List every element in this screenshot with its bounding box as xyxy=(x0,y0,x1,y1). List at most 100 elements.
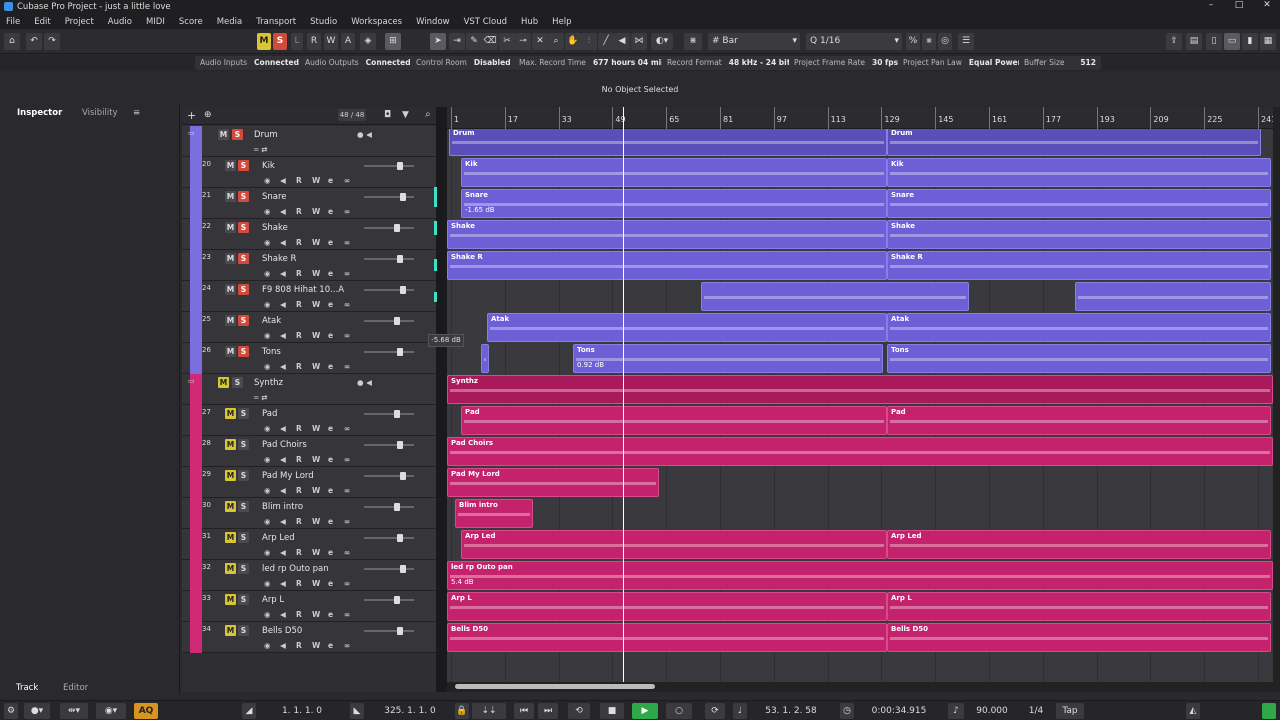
track-shake[interactable]: 22 M S Shake ◉ ◀ R We ∞ xyxy=(182,219,440,250)
automation-button[interactable]: A xyxy=(341,33,355,50)
write-automation-button[interactable]: W xyxy=(312,300,320,309)
right-locator-icon[interactable]: ◣ xyxy=(350,703,364,719)
export-icon[interactable]: ⇪ xyxy=(1166,33,1182,50)
clock-icon[interactable]: ◷ xyxy=(840,703,854,719)
tab-visibility[interactable]: Visibility xyxy=(82,106,118,120)
volume-fader-handle[interactable] xyxy=(394,410,400,418)
snap-type-select[interactable]: # Bar ▾ xyxy=(708,33,800,50)
solo-all-button[interactable]: S xyxy=(273,33,287,50)
pad-event[interactable]: Pad xyxy=(461,406,887,435)
track-synthz[interactable]: ▭ M S Synthz ═ ⇄ ● ◀ xyxy=(182,374,440,405)
left-locator-icon[interactable]: ◢ xyxy=(242,703,256,719)
ledrp-event[interactable]: led rp Outo pan 5.4 dB xyxy=(447,561,1273,590)
tab-inspector[interactable]: Inspector xyxy=(17,106,62,120)
edit-channel-icon[interactable]: e xyxy=(328,486,333,495)
edit-channel-icon[interactable]: e xyxy=(328,610,333,619)
track-color-strip[interactable] xyxy=(190,498,202,529)
monitor-icon[interactable]: ◉ xyxy=(264,610,271,619)
solo-button[interactable]: S xyxy=(238,346,249,357)
quantize-apply-icon[interactable]: ⨳ xyxy=(922,33,936,50)
track-color-strip[interactable] xyxy=(190,622,202,653)
status-buffer-size[interactable]: Buffer Size 512 xyxy=(1019,56,1101,70)
mylord-event[interactable]: Pad My Lord xyxy=(447,468,659,497)
read-automation-button[interactable]: R xyxy=(296,269,302,278)
right-locator[interactable]: 325. 1. 1. 0 xyxy=(368,703,452,719)
track-name[interactable]: Blim intro xyxy=(262,502,303,512)
track-pad-choirs[interactable]: 28 M S Pad Choirs ◉ ◀ R We ∞ xyxy=(182,436,440,467)
read-automation-button[interactable]: R xyxy=(296,331,302,340)
settings-icon[interactable]: ⚙ xyxy=(4,703,18,719)
snare-event[interactable]: Snare xyxy=(887,189,1271,218)
mute-button[interactable]: M xyxy=(225,501,236,512)
volume-fader-handle[interactable] xyxy=(400,472,406,480)
menu-hub[interactable]: Hub xyxy=(521,17,538,27)
kik-event[interactable]: Kik xyxy=(887,158,1271,187)
precount-icon[interactable]: ◉▾ xyxy=(96,703,126,719)
edit-channel-icon[interactable]: e xyxy=(328,207,333,216)
monitor-icon[interactable]: ◉ xyxy=(264,176,271,185)
menu-transport[interactable]: Transport xyxy=(256,17,296,27)
select-tool-icon[interactable]: ➤ xyxy=(430,33,446,50)
track-name[interactable]: Pad xyxy=(262,409,277,419)
write-automation-button[interactable]: W xyxy=(312,610,320,619)
sync-icon[interactable]: ⟳ xyxy=(705,703,725,719)
monitor-icon[interactable]: ◉ xyxy=(264,300,271,309)
solo-button[interactable]: S xyxy=(238,563,249,574)
link-icon[interactable]: ∞ xyxy=(344,300,350,309)
status-record-format[interactable]: Record Format 48 kHz - 24 bit xyxy=(662,56,796,70)
mute-button[interactable]: M xyxy=(225,222,236,233)
link-icon[interactable]: ∞ xyxy=(344,517,350,526)
read-automation-button[interactable]: R xyxy=(296,486,302,495)
speaker-icon[interactable]: ◀ xyxy=(280,362,286,371)
link-icon[interactable]: ∞ xyxy=(344,548,350,557)
tempo-icon[interactable]: ♪ xyxy=(948,703,964,719)
choirs-event[interactable]: Pad Choirs xyxy=(447,437,1273,466)
menu-edit[interactable]: Edit xyxy=(34,17,50,27)
track-color-strip[interactable] xyxy=(190,560,202,591)
snare-event[interactable]: Snare -1.65 dB xyxy=(461,189,887,218)
edit-channel-icon[interactable]: e xyxy=(328,176,333,185)
track-atak[interactable]: 25 M S Atak ◉ ◀ R We ∞ xyxy=(182,312,440,343)
left-zone-icon[interactable]: ▯ xyxy=(1206,33,1222,50)
read-automation-button[interactable]: R xyxy=(296,300,302,309)
edit-channel-icon[interactable]: e xyxy=(328,300,333,309)
menu-help[interactable]: Help xyxy=(552,17,571,27)
track-tons[interactable]: 26 M S Tons ◉ ◀ R We ∞ xyxy=(182,343,440,374)
shake-event[interactable]: Shake xyxy=(887,220,1271,249)
volume-fader[interactable] xyxy=(364,258,414,260)
volume-fader-handle[interactable] xyxy=(397,162,403,170)
speaker-icon[interactable]: ◀ xyxy=(280,517,286,526)
volume-fader-handle[interactable] xyxy=(397,441,403,449)
speaker-icon[interactable]: ◀ xyxy=(280,269,286,278)
link-icon[interactable]: ∞ xyxy=(344,207,350,216)
volume-fader-handle[interactable] xyxy=(400,565,406,573)
cycle-button[interactable]: ⟲ xyxy=(568,703,590,719)
secondary-time-display[interactable]: 0:00:34.915 xyxy=(858,703,940,719)
read-automation-button[interactable]: R xyxy=(296,579,302,588)
mute-button[interactable]: M xyxy=(225,470,236,481)
track-name[interactable]: Arp Led xyxy=(262,533,295,543)
write-automation-button[interactable]: W xyxy=(312,517,320,526)
solo-button[interactable]: S xyxy=(238,532,249,543)
edit-channel-icon[interactable]: e xyxy=(328,455,333,464)
edit-channel-icon[interactable]: e xyxy=(328,362,333,371)
status-frame-rate[interactable]: Project Frame Rate 30 fps xyxy=(789,56,904,70)
write-automation-button[interactable]: W xyxy=(312,548,320,557)
pad-event[interactable]: Pad xyxy=(887,406,1271,435)
solo-button[interactable]: S xyxy=(238,594,249,605)
track-color-strip[interactable] xyxy=(190,529,202,560)
track-name[interactable]: Pad Choirs xyxy=(262,440,307,450)
volume-fader-handle[interactable] xyxy=(400,193,406,201)
tempo-value[interactable]: 90.000 xyxy=(968,703,1016,719)
read-button[interactable]: R xyxy=(307,33,321,50)
menu-window[interactable]: Window xyxy=(416,17,450,27)
solo-button[interactable]: S xyxy=(238,160,249,171)
add-track-options-icon[interactable]: ⊕ xyxy=(204,110,212,120)
write-automation-button[interactable]: W xyxy=(312,362,320,371)
edit-channel-icon[interactable]: e xyxy=(328,579,333,588)
edit-channel-icon[interactable]: e xyxy=(328,641,333,650)
volume-fader-handle[interactable] xyxy=(397,348,403,356)
speaker-icon[interactable]: ◀ xyxy=(280,486,286,495)
mute-button[interactable]: M xyxy=(225,625,236,636)
folder-monitor-icon[interactable]: ● ◀ xyxy=(357,378,372,387)
